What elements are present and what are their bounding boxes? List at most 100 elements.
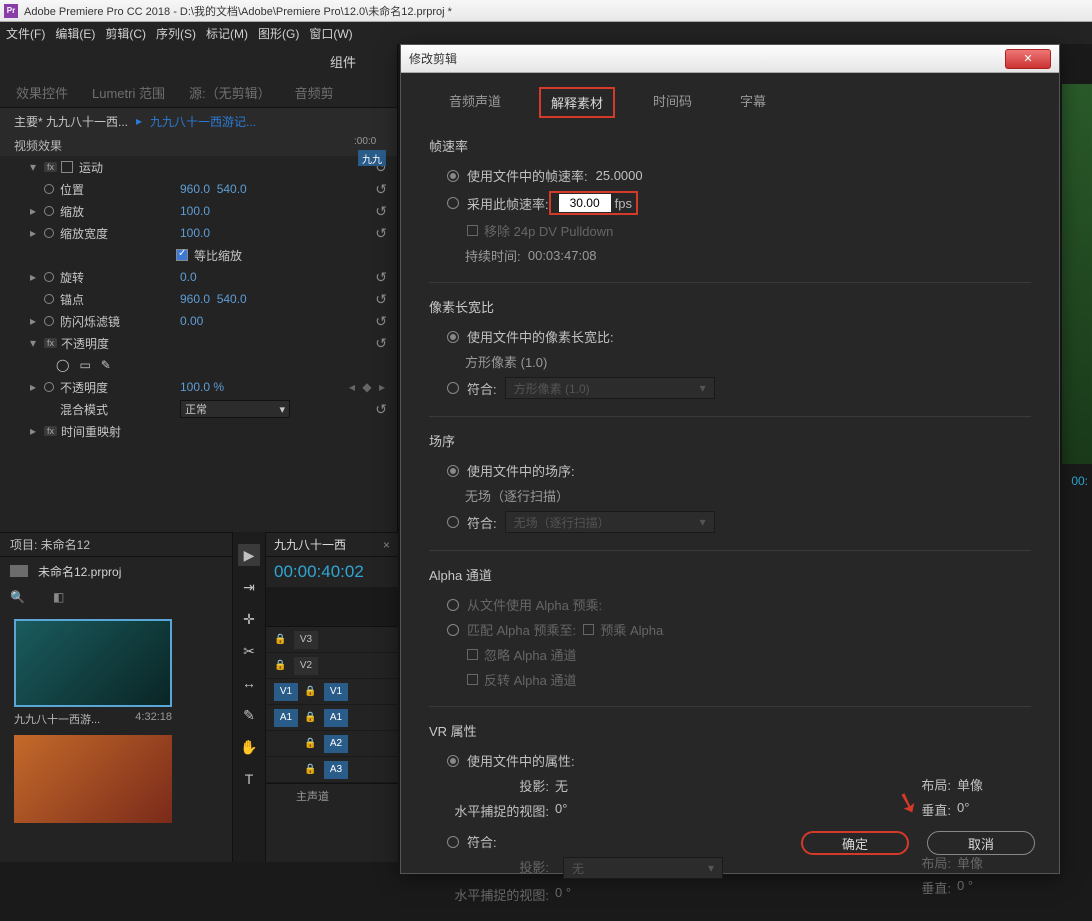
menu-sequence[interactable]: 序列(S) — [156, 25, 196, 42]
tab-interpret-footage[interactable]: 解释素材 — [539, 87, 615, 118]
stopwatch-icon[interactable] — [44, 382, 54, 392]
filter-icon[interactable]: ◧ — [53, 590, 64, 604]
radio-vr-conform[interactable] — [447, 836, 459, 848]
lock-icon[interactable]: 🔒 — [304, 738, 318, 749]
radio-use-file-framerate[interactable] — [447, 170, 459, 182]
keyframe-nav[interactable]: ◂ ◆ ▸ — [349, 380, 387, 394]
reset-icon[interactable]: ↺ — [375, 203, 387, 220]
sequence-link[interactable]: 九九八十一西游记... — [150, 113, 256, 130]
twirl-icon[interactable]: ▸ — [30, 314, 40, 328]
menu-file[interactable]: 文件(F) — [6, 25, 45, 42]
pen-tool[interactable]: ✎ — [238, 704, 260, 726]
twirl-icon[interactable]: ▸ — [30, 380, 40, 394]
scale-width-value[interactable]: 100.0 — [180, 226, 210, 240]
stopwatch-icon[interactable] — [44, 206, 54, 216]
tab-effect-controls[interactable]: 效果控件 — [16, 83, 68, 102]
track-a1[interactable]: A1 — [324, 709, 348, 727]
reset-icon[interactable]: ↺ — [375, 181, 387, 198]
timeline-ruler[interactable] — [266, 587, 398, 627]
invert-alpha-checkbox[interactable] — [467, 674, 478, 685]
lock-icon[interactable]: 🔒 — [304, 764, 318, 775]
opacity-value[interactable]: 100.0 % — [180, 380, 224, 394]
tab-captions[interactable]: 字幕 — [730, 87, 776, 118]
stopwatch-icon[interactable] — [44, 294, 54, 304]
reset-icon[interactable]: ↺ — [375, 335, 387, 352]
track-v3[interactable]: V3 — [294, 631, 318, 649]
ok-button[interactable]: 确定 — [801, 831, 909, 855]
anchor-y[interactable]: 540.0 — [217, 292, 247, 306]
reset-icon[interactable]: ↺ — [375, 269, 387, 286]
reset-icon[interactable]: ↺ — [375, 291, 387, 308]
menu-graphics[interactable]: 图形(G) — [258, 25, 299, 42]
track-v2[interactable]: V2 — [294, 657, 318, 675]
radio-assume-framerate[interactable] — [447, 197, 459, 209]
mask-rect-icon[interactable]: ▭ — [79, 358, 90, 372]
radio-vr-use-file[interactable] — [447, 755, 459, 767]
tab-timecode[interactable]: 时间码 — [643, 87, 702, 118]
reset-icon[interactable]: ↺ — [375, 313, 387, 330]
workspace-tab[interactable]: 组件 — [330, 52, 356, 71]
clip-thumbnail[interactable] — [14, 619, 172, 707]
project-panel-tab[interactable]: 项目: 未命名12 — [10, 536, 90, 553]
twirl-icon[interactable]: ▸ — [30, 270, 40, 284]
rotation-value[interactable]: 0.0 — [180, 270, 197, 284]
framerate-input[interactable] — [559, 194, 611, 212]
scale-value[interactable]: 100.0 — [180, 204, 210, 218]
menu-edit[interactable]: 编辑(E) — [55, 25, 95, 42]
ignore-alpha-checkbox[interactable] — [467, 649, 478, 660]
position-y[interactable]: 540.0 — [217, 182, 247, 196]
twirl-icon[interactable]: ▸ — [30, 226, 40, 240]
type-tool[interactable]: T — [238, 768, 260, 790]
close-button[interactable]: ✕ — [1005, 49, 1051, 69]
reset-icon[interactable]: ↺ — [375, 401, 387, 418]
twirl-icon[interactable]: ▸ — [30, 204, 40, 218]
stopwatch-icon[interactable] — [44, 184, 54, 194]
premult-alpha-checkbox[interactable] — [583, 624, 594, 635]
reset-icon[interactable]: ↺ — [375, 225, 387, 242]
hand-tool[interactable]: ✋ — [238, 736, 260, 758]
slip-tool[interactable]: ↔ — [238, 672, 260, 694]
selection-tool[interactable]: ▶ — [238, 544, 260, 566]
twirl-icon[interactable]: ▾ — [30, 160, 40, 174]
lock-icon[interactable]: 🔒 — [304, 712, 318, 723]
uniform-scale-checkbox[interactable] — [176, 249, 188, 261]
razor-tool[interactable]: ✂ — [238, 640, 260, 662]
remove-pulldown-checkbox[interactable] — [467, 225, 478, 236]
menu-window[interactable]: 窗口(W) — [309, 25, 352, 42]
track-a2[interactable]: A2 — [324, 735, 348, 753]
clip-thumbnail[interactable] — [14, 735, 172, 823]
track-select-tool[interactable]: ⇥ — [238, 576, 260, 598]
blend-mode-dropdown[interactable]: 正常▾ — [180, 400, 290, 418]
radio-use-file-par[interactable] — [447, 331, 459, 343]
anchor-x[interactable]: 960.0 — [180, 292, 210, 306]
antiflicker-value[interactable]: 0.00 — [180, 314, 203, 328]
radio-conform-par[interactable] — [447, 382, 459, 394]
radio-alpha-premult[interactable] — [447, 624, 459, 636]
lock-icon[interactable]: 🔒 — [274, 634, 288, 645]
track-source-v1[interactable]: V1 — [274, 683, 298, 701]
lock-icon[interactable]: 🔒 — [274, 660, 288, 671]
tab-lumetri[interactable]: Lumetri 范围 — [92, 83, 165, 102]
stopwatch-icon[interactable] — [44, 316, 54, 326]
mask-ellipse-icon[interactable]: ◯ — [56, 358, 69, 372]
cancel-button[interactable]: 取消 — [927, 831, 1035, 855]
menu-markers[interactable]: 标记(M) — [206, 25, 248, 42]
track-a3[interactable]: A3 — [324, 761, 348, 779]
tab-source[interactable]: 源:（无剪辑） — [189, 83, 271, 102]
twirl-icon[interactable]: ▾ — [30, 336, 40, 350]
radio-conform-field[interactable] — [447, 516, 459, 528]
mask-pen-icon[interactable]: ✎ — [101, 358, 111, 372]
track-source-a1[interactable]: A1 — [274, 709, 298, 727]
menu-clip[interactable]: 剪辑(C) — [105, 25, 146, 42]
close-icon[interactable]: × — [383, 538, 390, 552]
stopwatch-icon[interactable] — [44, 228, 54, 238]
track-v1[interactable]: V1 — [324, 683, 348, 701]
radio-alpha-from-file[interactable] — [447, 599, 459, 611]
twirl-icon[interactable]: ▸ — [30, 424, 40, 438]
stopwatch-icon[interactable] — [44, 272, 54, 282]
tab-audio-clip[interactable]: 音频剪 — [295, 83, 334, 102]
ripple-edit-tool[interactable]: ✛ — [238, 608, 260, 630]
timeline-timecode[interactable]: 00:00:40:02 — [266, 557, 398, 587]
tab-audio-channels[interactable]: 音频声道 — [439, 87, 511, 118]
radio-use-file-field[interactable] — [447, 465, 459, 477]
